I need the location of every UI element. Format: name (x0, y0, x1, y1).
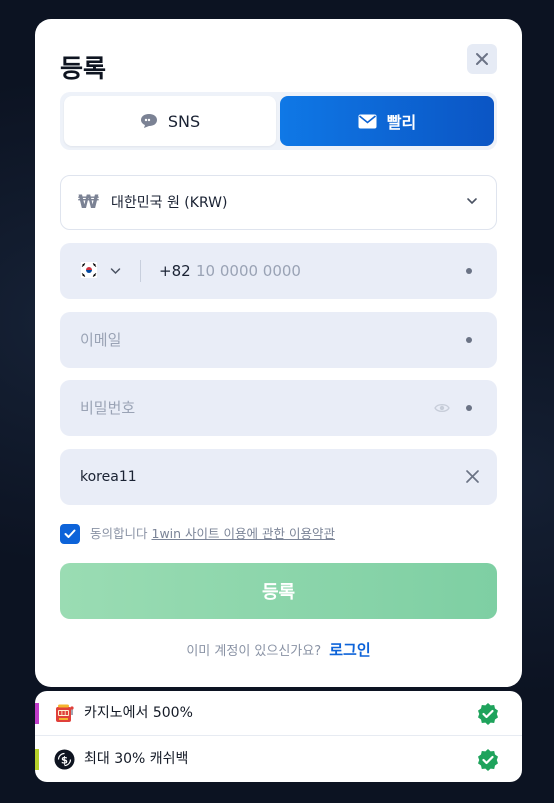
bonus-text: 최대 30% 캐쉬백 (84, 751, 189, 767)
login-prompt: 이미 계정이 있으신가요? 로그인 (35, 639, 522, 660)
clear-icon[interactable] (465, 469, 480, 484)
tab-quick[interactable]: 빨리 (280, 96, 494, 146)
required-indicator (466, 405, 472, 411)
bonus-accent-bar (35, 703, 39, 724)
bonus-item: $ 최대 30% 캐쉬백 (35, 737, 522, 782)
terms-text: 동의합니다 1win 사이트 이용에 관한 이용약관 (90, 524, 335, 544)
login-prompt-text: 이미 계정이 있으신가요? (186, 644, 322, 659)
register-button[interactable]: 등록 (60, 563, 497, 619)
terms-prefix: 동의합니다 (90, 526, 148, 541)
email-input[interactable]: 이메일 (80, 312, 121, 368)
phone-field[interactable]: +82 10 0000 0000 (60, 243, 497, 299)
slot-machine-icon (56, 704, 74, 722)
tab-quick-label: 빨리 (386, 113, 417, 132)
envelope-icon (358, 114, 377, 128)
verified-badge-icon (478, 749, 498, 771)
bonus-text: 카지노에서 500% (84, 705, 193, 721)
currency-label: 대한민국 원 (KRW) (111, 195, 228, 211)
won-currency-icon: ₩ (78, 191, 99, 213)
email-field[interactable]: 이메일 (60, 312, 497, 368)
close-button[interactable] (467, 44, 497, 74)
bonus-accent-bar (35, 749, 39, 770)
terms-checkbox[interactable] (60, 524, 80, 544)
tab-sns[interactable]: SNS (64, 96, 276, 146)
cashback-coin-icon: $ (54, 749, 75, 770)
checkmark-icon (64, 529, 76, 538)
currency-select[interactable]: ₩ 대한민국 원 (KRW) (60, 175, 497, 230)
registration-modal: 등록 SNS 빨리 ₩ 대한민국 원 (KRW) +82 10 0000 000… (35, 19, 522, 687)
terms-link[interactable]: 1win 사이트 이용에 관한 이용약관 (152, 526, 335, 541)
phone-divider (140, 260, 141, 282)
phone-input[interactable]: 10 0000 0000 (196, 243, 301, 299)
chat-bubble-icon (140, 114, 157, 128)
dial-code: +82 (159, 262, 191, 280)
password-input[interactable]: 비밀번호 (80, 380, 135, 436)
close-icon (476, 53, 488, 65)
chevron-down-icon (467, 198, 477, 205)
bonus-panel: 카지노에서 500% $ 최대 30% 캐쉬백 (35, 691, 522, 782)
bonus-item: 카지노에서 500% (35, 691, 522, 736)
password-field[interactable]: 비밀번호 (60, 380, 497, 436)
promo-code-input[interactable]: korea11 (80, 449, 137, 505)
login-link[interactable]: 로그인 (329, 641, 370, 659)
required-indicator (466, 337, 472, 343)
country-chevron-down-icon[interactable] (110, 266, 121, 276)
eye-icon[interactable] (434, 401, 450, 415)
modal-title: 등록 (60, 54, 107, 83)
tab-sns-label: SNS (167, 111, 201, 131)
verified-badge-icon (478, 703, 498, 725)
registration-method-tabs: SNS 빨리 (60, 92, 497, 150)
required-indicator (466, 268, 472, 274)
promo-code-field[interactable]: korea11 (60, 449, 497, 505)
south-korea-flag-icon[interactable] (81, 262, 97, 278)
